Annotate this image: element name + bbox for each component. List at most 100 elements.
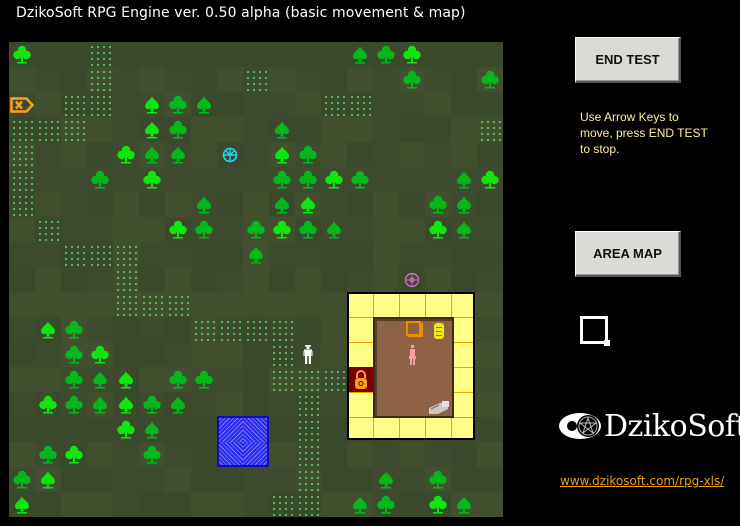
barrel-icon[interactable] [433,322,445,340]
ground-tile [191,267,217,292]
ground-tile [35,67,61,92]
ground-tile [35,142,61,167]
tree-spade-icon [139,417,165,442]
ground-tile [165,317,191,342]
tree-spade-icon [269,192,295,217]
tree-club-icon [165,92,191,117]
ground-tile [113,317,139,342]
ground-tile [451,467,477,492]
player-icon[interactable] [295,342,321,367]
ground-tile [399,492,425,517]
ground-tile [269,267,295,292]
tree-spade-icon [373,467,399,492]
website-link[interactable]: www.dzikosoft.com/rpg-xls/ [560,474,724,488]
ground-tile [295,267,321,292]
grass-tile [9,192,35,217]
ground-tile [399,467,425,492]
ground-tile [87,267,113,292]
ground-tile [191,417,217,442]
pentagram-eye-icon [559,413,601,439]
ground-tile [243,42,269,67]
ground-tile [9,317,35,342]
ground-tile [217,217,243,242]
ground-tile [321,267,347,292]
window-title: DzikoSoft RPG Engine ver. 0.50 alpha (ba… [16,5,466,21]
ground-tile [87,192,113,217]
ground-tile [113,467,139,492]
grass-tile [295,492,321,517]
tree-club-icon [191,367,217,392]
ground-tile [451,267,477,292]
ground-tile [321,192,347,217]
tree-club-icon [139,392,165,417]
ground-tile [113,492,139,517]
grass-tile [269,492,295,517]
tree-club-icon [399,67,425,92]
grass-tile [113,292,139,317]
ground-tile [451,42,477,67]
tree-spade-icon [269,142,295,167]
grass-tile [87,42,113,67]
end-test-button[interactable]: END TEST [575,37,681,83]
ground-tile [165,342,191,367]
ground-tile [35,292,61,317]
ground-tile [113,117,139,142]
tree-club-icon [347,167,373,192]
ground-tile [347,192,373,217]
ground-tile [87,467,113,492]
tree-club-icon [399,42,425,67]
ground-tile [217,342,243,367]
ground-tile [191,42,217,67]
ground-tile [87,117,113,142]
ground-tile [35,492,61,517]
ground-tile [191,167,217,192]
tree-club-icon [9,42,35,67]
ground-tile [477,342,503,367]
npc-icon[interactable] [408,345,417,366]
ground-tile [399,117,425,142]
tree-club-icon [269,167,295,192]
ground-tile [139,467,165,492]
bed-icon[interactable] [428,400,450,415]
tree-club-icon [295,142,321,167]
tree-club-icon [477,167,503,192]
ground-tile [191,67,217,92]
ground-tile [373,67,399,92]
chest-icon[interactable] [405,320,424,338]
house [347,292,475,440]
tree-club-icon [373,42,399,67]
grass-tile [61,117,87,142]
tree-club-icon [321,167,347,192]
tree-spade-icon [9,492,35,517]
tree-club-icon [35,392,61,417]
ground-tile [35,342,61,367]
tree-club-icon [373,492,399,517]
ground-tile [61,267,87,292]
game-map[interactable] [9,42,503,517]
grass-tile [347,92,373,117]
locked-door[interactable] [349,367,373,392]
padlock-icon [355,369,367,389]
grass-tile [113,242,139,267]
tree-club-icon [61,442,87,467]
ground-tile [191,117,217,142]
tree-spade-icon [191,92,217,117]
tree-club-icon [425,192,451,217]
ground-tile [139,267,165,292]
ground-tile [373,192,399,217]
ground-tile [321,242,347,267]
area-map-button[interactable]: AREA MAP [575,231,681,277]
ground-tile [35,92,61,117]
ground-tile [321,292,347,317]
ground-tile [9,242,35,267]
ground-tile [217,467,243,492]
ground-tile [113,342,139,367]
water-quadrant [243,418,267,442]
grass-tile [477,117,503,142]
ground-tile [113,217,139,242]
tree-club-icon [61,317,87,342]
ground-tile [477,467,503,492]
logo-text: DzikoSoft [604,408,740,444]
ground-tile [295,67,321,92]
grass-tile [9,167,35,192]
